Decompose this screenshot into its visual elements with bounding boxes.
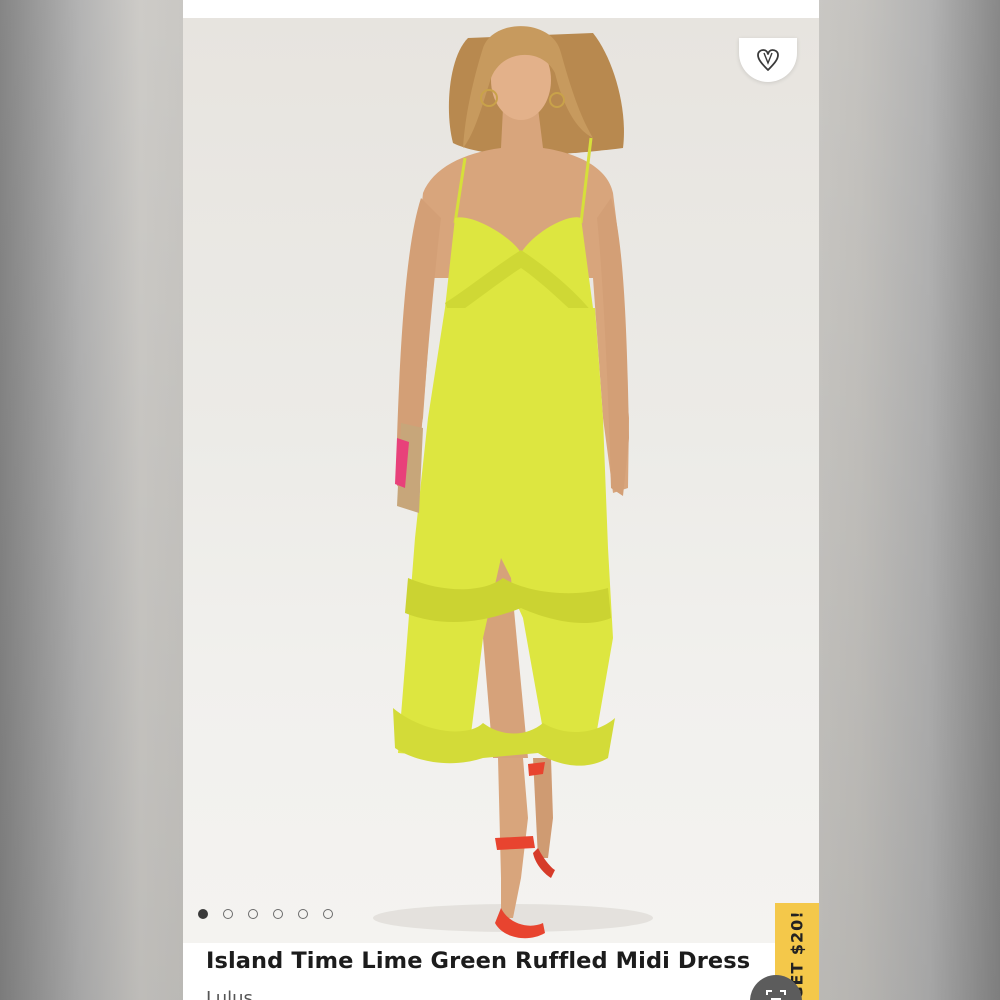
scan-icon [766, 990, 786, 1000]
carousel-dot-5[interactable] [298, 909, 308, 919]
carousel-dot-2[interactable] [223, 909, 233, 919]
carousel-dot-4[interactable] [273, 909, 283, 919]
heart-icon [757, 49, 779, 71]
product-brand[interactable]: Lulus [206, 988, 253, 1000]
product-image[interactable] [183, 18, 819, 943]
image-carousel-dots [198, 909, 333, 919]
product-title: Island Time Lime Green Ruffled Midi Dres… [206, 948, 751, 974]
model-photo [373, 26, 653, 939]
carousel-dot-1[interactable] [198, 909, 208, 919]
product-screen: Island Time Lime Green Ruffled Midi Dres… [183, 0, 819, 1000]
carousel-dot-3[interactable] [248, 909, 258, 919]
carousel-dot-6[interactable] [323, 909, 333, 919]
